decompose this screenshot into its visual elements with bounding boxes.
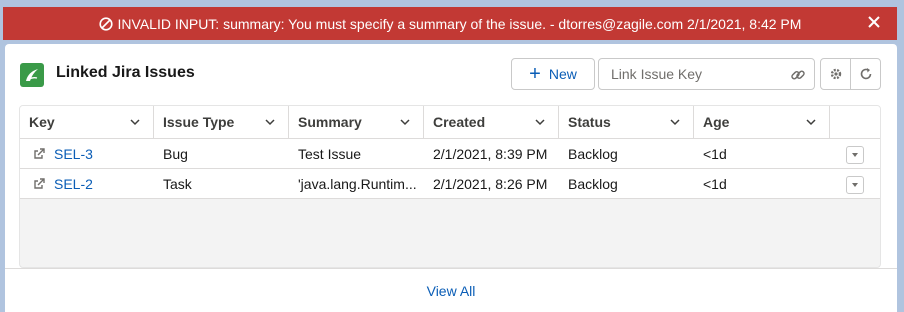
issue-key-link[interactable]: SEL-3 (54, 146, 93, 162)
column-header-created[interactable]: Created (424, 106, 559, 138)
cell-status: Backlog (568, 175, 618, 192)
column-header-age[interactable]: Age (694, 106, 830, 138)
linked-issues-card: Linked Jira Issues + New Key (5, 44, 897, 312)
row-actions-button[interactable] (846, 176, 864, 194)
chevron-down-icon[interactable] (264, 116, 276, 128)
external-link-icon[interactable] (33, 177, 46, 190)
link-icon[interactable] (790, 67, 806, 83)
chevron-down-icon[interactable] (399, 116, 411, 128)
chevron-down-icon[interactable] (805, 116, 817, 128)
link-issue-field (598, 58, 815, 90)
cell-key: SEL-3 (20, 139, 154, 168)
external-link-icon[interactable] (33, 147, 46, 160)
cell-issue-type: Bug (163, 145, 188, 162)
refresh-icon[interactable] (850, 59, 880, 89)
plus-icon: + (529, 63, 541, 85)
close-icon[interactable] (867, 15, 881, 29)
chevron-down-icon[interactable] (669, 116, 681, 128)
column-header-issue-type[interactable]: Issue Type (154, 106, 289, 138)
new-issue-button[interactable]: + New (511, 58, 595, 90)
header-icon-group (820, 58, 881, 90)
cell-summary: Test Issue (298, 145, 362, 162)
table-row: SEL-2 Task 'java.lang.Runtim... 2/1/2021… (20, 169, 880, 199)
table-row: SEL-3 Bug Test Issue 2/1/2021, 8:39 PM B… (20, 139, 880, 169)
chevron-down-icon[interactable] (129, 116, 141, 128)
cell-key: SEL-2 (20, 169, 154, 198)
card-header: Linked Jira Issues + New (5, 44, 897, 102)
cell-created: 2/1/2021, 8:39 PM (433, 145, 548, 162)
issue-key-link[interactable]: SEL-2 (54, 176, 93, 192)
card-title: Linked Jira Issues (56, 64, 195, 81)
table-header: Key Issue Type Summary Created Status Ag… (20, 106, 880, 139)
link-issue-key-input[interactable] (599, 59, 784, 89)
row-actions-button[interactable] (846, 146, 864, 164)
new-button-label: New (548, 66, 577, 82)
chevron-down-icon[interactable] (534, 116, 546, 128)
cell-age: <1d (703, 145, 727, 162)
cell-status: Backlog (568, 145, 618, 162)
error-toast: INVALID INPUT: summary: You must specify… (3, 7, 897, 40)
view-all-link[interactable]: View All (427, 283, 476, 299)
cell-age: <1d (703, 175, 727, 192)
cell-created: 2/1/2021, 8:26 PM (433, 175, 548, 192)
column-header-status[interactable]: Status (559, 106, 694, 138)
issues-table: Key Issue Type Summary Created Status Ag… (19, 105, 881, 268)
caret-down-icon (850, 180, 860, 190)
column-header-key[interactable]: Key (20, 106, 154, 138)
cell-summary: 'java.lang.Runtim... (298, 175, 417, 192)
error-message: INVALID INPUT: summary: You must specify… (117, 15, 802, 32)
column-header-summary[interactable]: Summary (289, 106, 424, 138)
gear-icon[interactable] (821, 59, 850, 89)
cell-issue-type: Task (163, 175, 192, 192)
card-footer: View All (5, 268, 897, 312)
caret-down-icon (850, 150, 860, 160)
ban-icon (98, 16, 113, 31)
jira-logo-icon (20, 63, 44, 87)
